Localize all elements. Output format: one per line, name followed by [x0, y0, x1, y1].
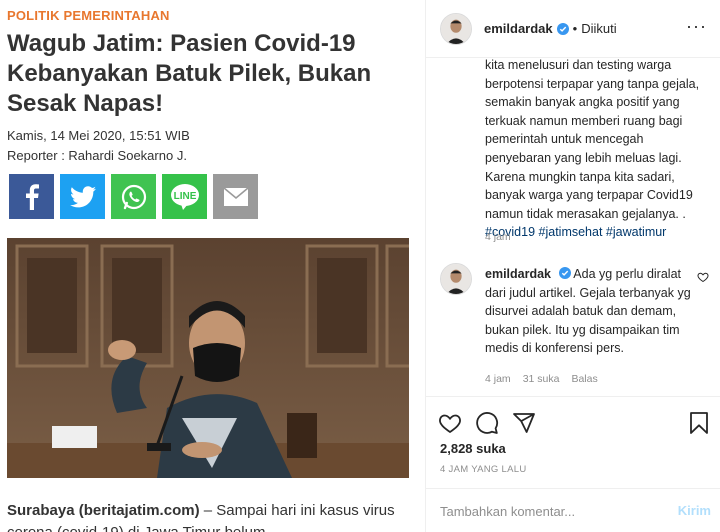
more-options-icon[interactable]: ··· [686, 17, 707, 35]
add-comment-bar: Kirim [426, 488, 720, 532]
likes-count[interactable]: 2,828 suka [440, 441, 506, 456]
comment-bubble-icon[interactable] [475, 411, 499, 435]
article-date: Kamis, 14 Mei 2020, 15:51 WIB [7, 128, 190, 143]
verified-badge-icon [558, 267, 571, 279]
caption-body: kita menelusuri dan testing warga berpot… [485, 59, 700, 221]
post-username[interactable]: emildardak [484, 21, 553, 36]
avatar[interactable] [440, 12, 472, 45]
post-panel: emildardak • Diikuti ··· kita menelusuri… [425, 0, 720, 532]
post-timestamp[interactable]: 4 JAM YANG LALU [440, 464, 527, 475]
article-headline: Wagub Jatim: Pasien Covid-19 Kebanyakan … [7, 30, 372, 117]
article-photo [7, 238, 409, 478]
whatsapp-icon [111, 174, 156, 219]
facebook-icon [9, 174, 54, 219]
twitter-icon [60, 174, 105, 219]
save-bookmark-icon[interactable] [687, 411, 711, 435]
svg-text:LINE: LINE [173, 191, 196, 202]
comment-likes[interactable]: 31 suka [523, 373, 560, 385]
follow-status-button[interactable]: Diikuti [581, 21, 616, 36]
article-body: Surabaya (beritajatim.com) – Sampai hari… [7, 500, 422, 532]
article-image: POLITIK PEMERINTAHAN Wagub Jatim: Pasien… [0, 0, 425, 532]
comment-avatar[interactable] [440, 263, 472, 295]
reply-button[interactable]: Balas [571, 373, 597, 385]
article-category: POLITIK PEMERINTAHAN [7, 8, 170, 23]
caption-timestamp[interactable]: 4 jam [485, 231, 511, 243]
caption-hashtags[interactable]: #covid19 #jatimsehat #jawatimur [485, 225, 666, 239]
separator-dot: • [572, 21, 578, 36]
share-send-icon[interactable] [512, 411, 536, 435]
comment-time[interactable]: 4 jam [485, 373, 511, 385]
comment-text: emildardak Ada yg perlu diralat dari jud… [485, 265, 703, 358]
post-comment-button[interactable]: Kirim [678, 503, 711, 518]
comment-username[interactable]: emildardak [485, 267, 551, 281]
post-header: emildardak • Diikuti ··· [426, 0, 720, 58]
share-row: LINE [9, 174, 258, 219]
comment-like-heart-icon[interactable] [697, 271, 709, 283]
article-reporter: Reporter : Rahardi Soekarno J. [7, 148, 187, 163]
caption-text: kita menelusuri dan testing warga berpot… [485, 59, 703, 242]
verified-badge-icon [556, 22, 569, 35]
like-heart-icon[interactable] [438, 411, 462, 435]
email-icon [213, 174, 258, 219]
article-source: Surabaya (beritajatim.com) [7, 502, 200, 519]
comment-input[interactable] [440, 500, 655, 522]
line-icon: LINE [162, 174, 207, 219]
comment-meta: 4 jam 31 suka Balas [485, 373, 598, 385]
comments-list[interactable]: kita menelusuri dan testing warga berpot… [426, 59, 720, 395]
